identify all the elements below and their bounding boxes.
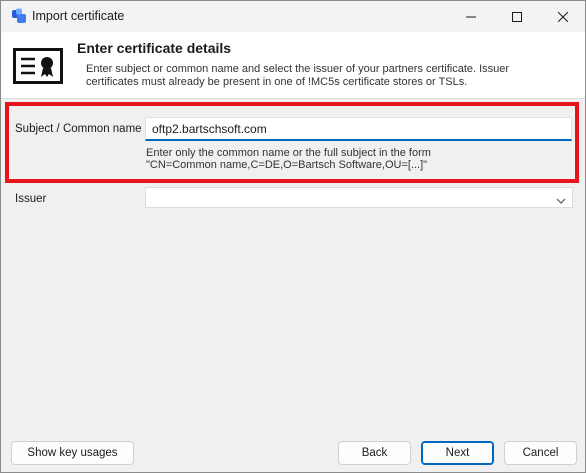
issuer-select[interactable] bbox=[145, 187, 573, 208]
chevron-down-icon[interactable] bbox=[556, 194, 566, 208]
close-button[interactable] bbox=[540, 1, 585, 32]
window-title: Import certificate bbox=[32, 9, 125, 23]
page-title: Enter certificate details bbox=[77, 40, 232, 56]
minimize-button[interactable] bbox=[448, 1, 494, 32]
next-button[interactable]: Next bbox=[421, 441, 494, 465]
subject-hint-line-2: "CN=Common name,C=DE,O=Bartsch Software,… bbox=[146, 159, 428, 171]
certificate-icon bbox=[13, 48, 63, 87]
cancel-button[interactable]: Cancel bbox=[504, 441, 577, 465]
app-icon bbox=[11, 8, 27, 24]
import-certificate-window: Import certificate Enter certificate det… bbox=[0, 0, 586, 473]
maximize-button[interactable] bbox=[494, 1, 540, 32]
page-description: Enter subject or common name and select … bbox=[86, 63, 510, 88]
wizard-footer: Show key usages Back Next Cancel bbox=[1, 429, 585, 472]
wizard-header: Enter certificate details Enter subject … bbox=[1, 32, 585, 99]
subject-hint-line-1: Enter only the common name or the full s… bbox=[146, 147, 431, 159]
back-button[interactable]: Back bbox=[338, 441, 411, 465]
close-icon bbox=[558, 11, 568, 22]
title-bar[interactable]: Import certificate bbox=[1, 1, 585, 32]
subject-hint: Enter only the common name or the full s… bbox=[146, 147, 431, 171]
show-key-usages-button[interactable]: Show key usages bbox=[11, 441, 134, 465]
maximize-icon bbox=[512, 11, 522, 22]
subject-label: Subject / Common name bbox=[15, 123, 142, 135]
minimize-icon bbox=[466, 16, 476, 17]
issuer-label: Issuer bbox=[15, 193, 47, 205]
subject-input[interactable] bbox=[145, 117, 572, 141]
